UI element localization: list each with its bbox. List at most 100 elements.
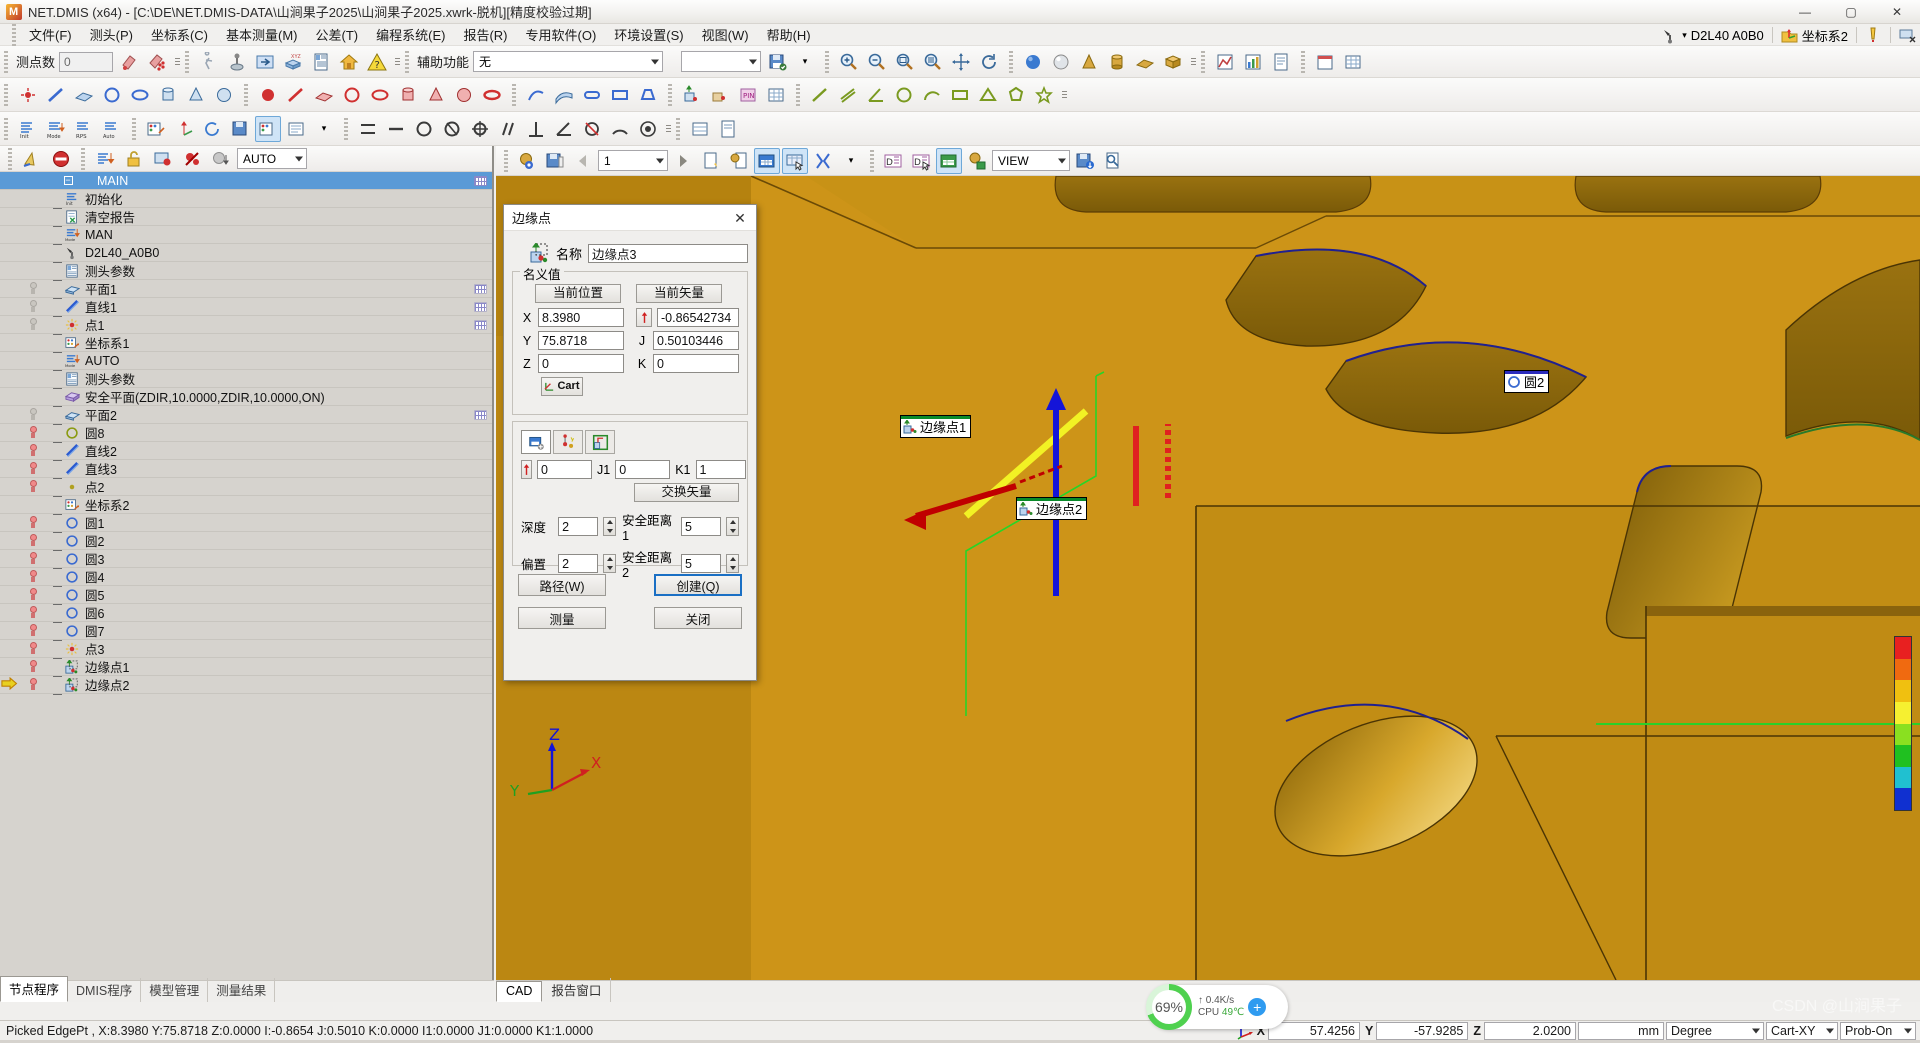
toolbar1-grip-1[interactable] [4,50,8,73]
save-view-icon[interactable] [764,49,790,75]
csys-build-icon[interactable] [143,116,169,142]
red-plane-icon[interactable] [311,82,337,108]
tree-data-badge-icon[interactable] [468,301,492,312]
toolbar2-grip-3[interactable] [512,83,516,106]
tree-row[interactable]: 圆1 [0,514,492,533]
status-probe-state-combo[interactable]: Prob-On [1840,1022,1916,1040]
delete-point-icon[interactable] [179,146,205,172]
tree-row[interactable]: Init 初始化 [0,190,492,209]
tree-row[interactable]: 直线1 [0,298,492,317]
toolbar1-grip-5[interactable] [1009,50,1014,73]
unlock-icon[interactable] [121,146,147,172]
geom-circle-icon[interactable] [891,82,917,108]
cylinder-shape-icon[interactable] [1104,49,1130,75]
vector-i-arrow-icon[interactable] [636,308,652,327]
sphere-down-icon[interactable] [208,146,234,172]
visibility-bulb-icon[interactable] [22,552,44,565]
menu-item-help[interactable]: 帮助(H) [758,23,820,46]
cad-doc-settings-icon[interactable] [726,148,752,174]
measure-button[interactable]: 测量 [518,607,606,629]
toolbar1-dropdown-arrow[interactable]: ▾ [792,49,818,75]
minimize-button[interactable]: — [1782,0,1828,24]
geom-poly-icon[interactable] [1003,82,1029,108]
menu-item-tolerance[interactable]: 公差(T) [307,23,368,46]
cad-page-combo[interactable]: 1 [598,150,668,171]
pan-icon[interactable] [948,49,974,75]
tol-cyl-icon[interactable] [439,116,465,142]
tree-row[interactable]: 清空报告 [0,208,492,227]
cad-new-doc-icon[interactable] [698,148,724,174]
point-element-icon[interactable] [15,82,41,108]
cad-settings-icon[interactable] [514,148,540,174]
cad-toolbar-grip[interactable] [504,149,508,172]
tree-row[interactable]: 圆7 [0,622,492,641]
geom-star-icon[interactable] [1031,82,1057,108]
toolbar2-grip-5[interactable] [796,83,800,106]
cad-settings2-icon[interactable] [964,148,990,174]
visibility-bulb-icon[interactable] [22,588,44,601]
cad-save-view-icon[interactable] [1072,148,1098,174]
geom-tri-icon[interactable] [975,82,1001,108]
dialog-tab-point[interactable] [553,430,583,454]
toolbar2-grip-4[interactable] [668,83,672,106]
report-doc-icon[interactable] [1268,49,1294,75]
cad-dim-d-icon[interactable]: D [880,148,906,174]
vec-j-input[interactable] [653,331,739,350]
toolbar1-grip-7[interactable] [1301,50,1306,73]
current-position-button[interactable]: 当前位置 [535,284,621,303]
cad-dim-d-pick-icon[interactable]: D [908,148,934,174]
status-angle-unit-combo[interactable]: Degree [1666,1022,1764,1040]
xyz-box-icon[interactable]: XYZ [280,49,306,75]
menu-item-settings[interactable]: 环境设置(S) [605,23,692,46]
tree-data-badge-icon[interactable] [468,175,492,186]
joystick-icon[interactable] [224,49,250,75]
ball-icon[interactable] [1048,49,1074,75]
tol-perp-icon[interactable] [523,116,549,142]
menu-item-csys[interactable]: 坐标系(C) [142,23,217,46]
cpu-widget-expand-button[interactable]: + [1248,998,1267,1016]
probe-head-icon[interactable] [1661,27,1678,44]
cad-toolbar-grip-2[interactable] [870,149,874,172]
tab-model-management[interactable]: 模型管理 [141,978,209,1002]
pos-x-input[interactable] [538,308,624,327]
zoom-fit-icon[interactable] [920,49,946,75]
tree-expander-icon[interactable]: − [62,176,74,185]
tree-toolbar-grip[interactable] [8,147,12,170]
cad-label-circle-2[interactable]: 圆2 [1504,370,1550,393]
safe-distance-1-input[interactable] [681,517,721,536]
cpu-monitor-widget[interactable]: 69% ↑ 0.4K/s CPU 49℃ + [1146,984,1288,1030]
cylinder-element-icon[interactable] [155,82,181,108]
cad-next-icon[interactable] [670,148,696,174]
man-mode-icon[interactable]: Mode [43,116,69,142]
tol-round-icon[interactable] [411,116,437,142]
vec-k1-input[interactable] [695,460,746,479]
tree-row[interactable]: 圆8 [0,424,492,443]
cad-table-view-icon[interactable] [754,147,780,174]
cart-button[interactable]: Cart [541,377,583,396]
cad-label-edge-point-2[interactable]: 边缘点2 [1016,497,1088,520]
tol-pos-icon[interactable] [467,116,493,142]
visibility-bulb-icon[interactable] [22,318,44,331]
tree-row[interactable]: 圆5 [0,586,492,605]
visibility-bulb-icon[interactable] [22,624,44,637]
tree-row[interactable]: D2L40_A0B0 [0,244,492,263]
tree-row[interactable]: 点3 [0,640,492,659]
chart-bar-icon[interactable] [1240,49,1266,75]
visibility-bulb-icon[interactable] [22,444,44,457]
tree-mode-combo[interactable]: AUTO [237,148,307,169]
visibility-bulb-icon[interactable] [22,426,44,439]
blue-poly-icon[interactable] [635,82,661,108]
cad-save-icon[interactable] [542,148,568,174]
toolbar1-overflow-1[interactable] [173,51,181,73]
vec-j1-input[interactable] [615,460,671,479]
red-ellipse-icon[interactable] [367,82,393,108]
line-element-icon[interactable] [43,82,69,108]
toolbar1-grip-4[interactable] [825,50,830,73]
pos-z-input[interactable] [538,354,624,373]
sphere-blue-icon[interactable] [1020,49,1046,75]
cone-element-icon[interactable] [183,82,209,108]
visibility-bulb-icon[interactable] [22,480,44,493]
visibility-bulb-icon[interactable] [22,660,44,673]
zoom-out-icon[interactable] [864,49,890,75]
vec-i1-input[interactable] [537,460,592,479]
